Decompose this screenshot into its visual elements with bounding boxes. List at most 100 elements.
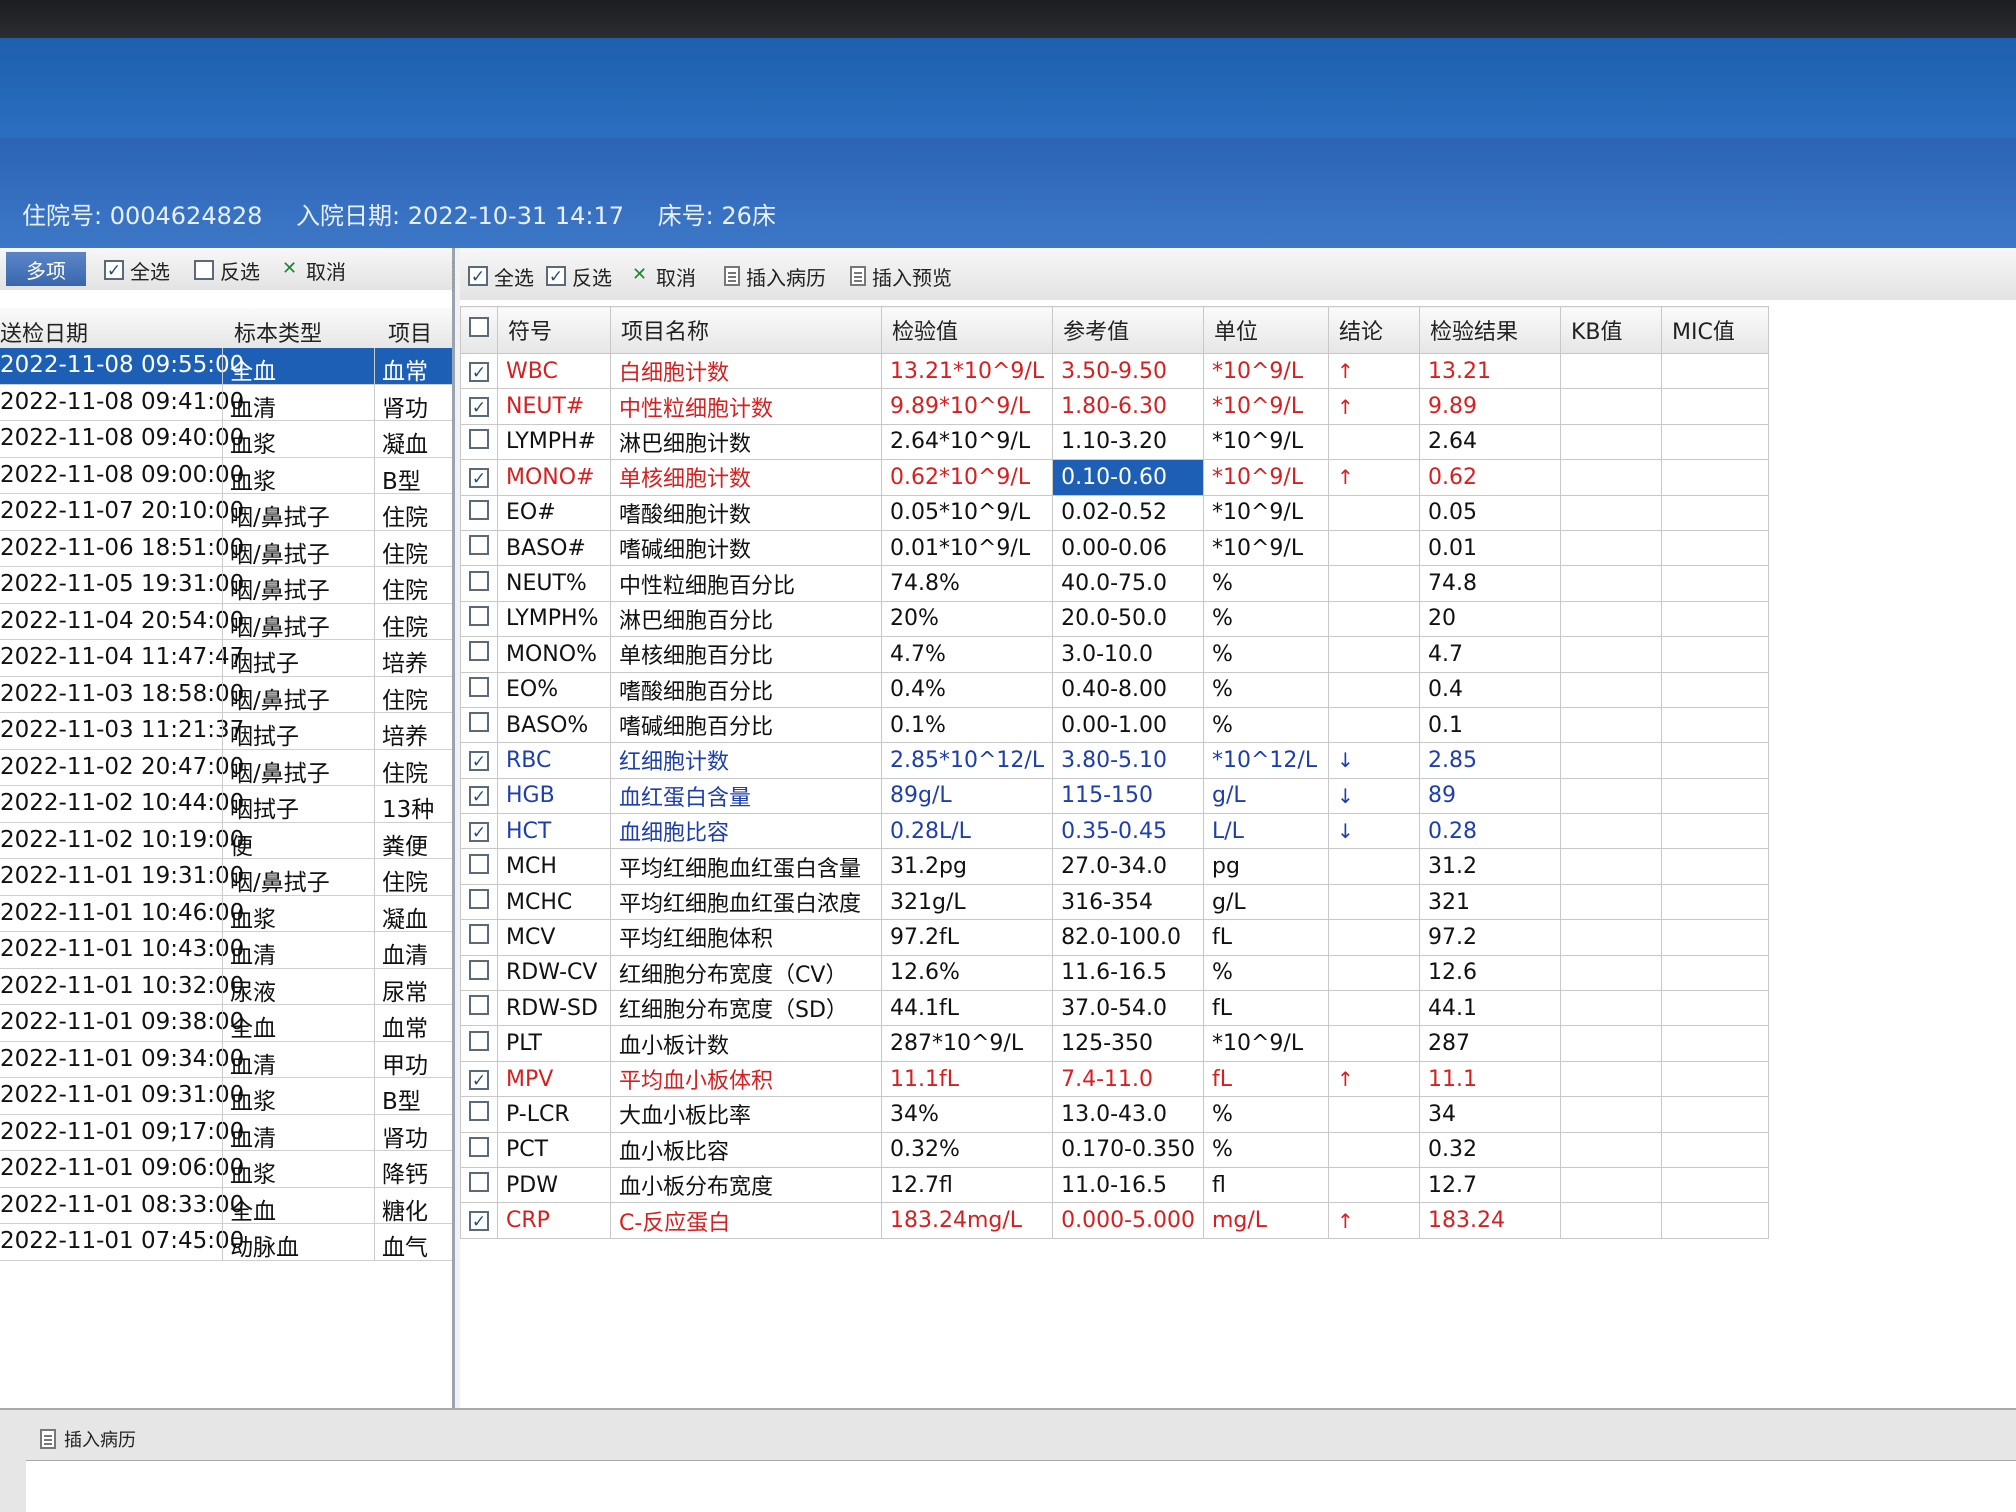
left-select-all-button[interactable]: ✓ 全选 bbox=[104, 256, 170, 284]
specimen-row[interactable]: 2022-11-01 19:31:00 咽/鼻拭子 住院 bbox=[0, 859, 452, 896]
col-header-mic[interactable]: MIC值 bbox=[1660, 306, 1769, 354]
col-header-conclusion[interactable]: 结论 bbox=[1327, 306, 1420, 354]
specimen-row[interactable]: 2022-11-08 09:00:00 血浆 B型 bbox=[0, 457, 452, 494]
specimen-row[interactable]: 2022-11-05 19:31:00 咽/鼻拭子 住院 bbox=[0, 567, 452, 604]
row-checkbox[interactable] bbox=[460, 919, 498, 956]
result-row[interactable]: MCHC 平均红细胞血红蛋白浓度 321g/L 316-354 g/L 321 bbox=[460, 883, 1769, 921]
result-row[interactable]: NEUT% 中性粒细胞百分比 74.8% 40.0-75.0% 74.8 bbox=[460, 565, 1769, 602]
row-checkbox[interactable]: ✓ bbox=[460, 459, 498, 496]
row-checkbox[interactable] bbox=[460, 1025, 498, 1062]
result-row[interactable]: MCV 平均红细胞体积 97.2fL 82.0-100.0 fL 97.2 bbox=[460, 919, 1769, 956]
result-row[interactable]: ✓ MONO# 单核细胞计数 0.62*10^9/L 0.10-0.60 *10^9/L ↑… bbox=[460, 459, 1769, 496]
row-checkbox[interactable]: ✓ bbox=[460, 352, 498, 390]
result-row[interactable]: BASO# 嗜碱细胞计数 0.01*10^9/L 0.00-0.06 *10^9/L 0.… bbox=[460, 529, 1769, 567]
row-checkbox[interactable] bbox=[460, 990, 498, 1027]
row-checkbox[interactable]: ✓ bbox=[460, 742, 498, 779]
left-cancel-button[interactable]: 取消 bbox=[282, 256, 346, 284]
result-row[interactable]: EO# 嗜酸细胞计数 0.05*10^9/L 0.02-0.52 *10^9/L 0.05 bbox=[460, 494, 1769, 531]
specimen-row[interactable]: 2022-11-01 09:34:00 血清 甲功 bbox=[0, 1041, 452, 1078]
result-row[interactable]: EO% 嗜酸细胞百分比 0.4% 0.40-8.00% 0.4 bbox=[460, 671, 1769, 708]
result-row[interactable]: MCH 平均红细胞血红蛋白含量 31.2pg 27.0-34.0 pg 31.2 bbox=[460, 848, 1769, 885]
invert-selection-button[interactable]: ✓ 反选 bbox=[546, 262, 612, 290]
row-checkbox[interactable]: ✓ bbox=[460, 777, 498, 815]
specimen-row[interactable]: 2022-11-08 09:41:00 血清 肾功 bbox=[0, 384, 452, 421]
col-header-date[interactable]: 送检日期 bbox=[0, 316, 88, 348]
specimen-row[interactable]: 2022-11-08 09:40:00 血浆 凝血 bbox=[0, 421, 452, 458]
specimen-row[interactable]: 2022-11-06 18:51:00 咽/鼻拭子 住院 bbox=[0, 530, 452, 567]
bottom-editor-area[interactable] bbox=[26, 1460, 2016, 1512]
col-header-result[interactable]: 检验结果 bbox=[1418, 306, 1561, 354]
header-select-all-checkbox[interactable] bbox=[460, 306, 498, 354]
row-checkbox[interactable] bbox=[460, 494, 498, 531]
row-checkbox[interactable] bbox=[460, 1096, 498, 1133]
specimen-row[interactable]: 2022-11-01 08:33:00 全血 糖化 bbox=[0, 1187, 452, 1224]
result-row[interactable]: ✓ HCT 血细胞比容 0.28L/L 0.35-0.45 L/L ↓ 0.28 bbox=[460, 813, 1769, 850]
result-row[interactable]: ✓ MPV 平均血小板体积 11.1fL 7.4-11.0 fL ↑ 11.1 bbox=[460, 1060, 1769, 1098]
result-row[interactable]: RDW-SD 红细胞分布宽度（SD） 44.1fL 37.0-54.0 fL 44.1 bbox=[460, 990, 1769, 1027]
col-header-unit[interactable]: 单位 bbox=[1202, 306, 1329, 354]
row-checkbox[interactable] bbox=[460, 423, 498, 461]
result-row[interactable]: P-LCR 大血小板比率 34% 13.0-43.0% 34 bbox=[460, 1096, 1769, 1133]
row-checkbox[interactable] bbox=[460, 954, 498, 992]
result-row[interactable]: ✓ WBC 白细胞计数 13.21*10^9/L 3.50-9.50 *10^9/L ↑ 13… bbox=[460, 352, 1769, 390]
specimen-row[interactable]: 2022-11-04 11:47:47 咽拭子 培养 bbox=[0, 640, 452, 677]
result-row[interactable]: PCT 血小板比容 0.32% 0.170-0.350% 0.32 bbox=[460, 1131, 1769, 1168]
unchecked-box-icon bbox=[469, 641, 489, 662]
col-header-reference[interactable]: 参考值 bbox=[1052, 306, 1204, 354]
col-header-specimen[interactable]: 标本类型 bbox=[234, 316, 322, 348]
specimen-row[interactable]: 2022-11-01 09;17:00 血清 肾功 bbox=[0, 1114, 452, 1151]
specimen-row[interactable]: 2022-11-03 11:21:37 咽拭子 培养 bbox=[0, 713, 452, 750]
result-row[interactable]: ✓ HGB 血红蛋白含量 89g/L 115-150 g/L ↓ 89 bbox=[460, 777, 1769, 815]
specimen-row[interactable]: 2022-11-02 10:19:00 便 粪便 bbox=[0, 822, 452, 859]
specimen-row[interactable]: 2022-11-04 20:54:00 咽/鼻拭子 住院 bbox=[0, 603, 452, 640]
result-row[interactable]: PDW 血小板分布宽度 12.7fl 11.0-16.5 fl 12.7 bbox=[460, 1166, 1769, 1204]
result-row[interactable]: LYMPH% 淋巴细胞百分比 20% 20.0-50.0% 20 bbox=[460, 600, 1769, 638]
row-checkbox[interactable] bbox=[460, 600, 498, 638]
result-row[interactable]: RDW-CV 红细胞分布宽度（CV） 12.6% 11.6-16.5% 12.6 bbox=[460, 954, 1769, 992]
specimen-row[interactable]: 2022-11-03 18:58:00 咽/鼻拭子 住院 bbox=[0, 676, 452, 713]
row-checkbox[interactable] bbox=[460, 636, 498, 673]
row-checkbox[interactable] bbox=[460, 565, 498, 602]
col-header-value[interactable]: 检验值 bbox=[880, 306, 1054, 354]
specimen-row[interactable]: 2022-11-07 20:10:00 咽/鼻拭子 住院 bbox=[0, 494, 452, 531]
col-header-name[interactable]: 项目名称 bbox=[610, 306, 882, 354]
row-checkbox[interactable] bbox=[460, 1131, 498, 1168]
result-row[interactable]: BASO% 嗜碱细胞百分比 0.1% 0.00-1.00% 0.1 bbox=[460, 706, 1769, 744]
specimen-row[interactable]: 2022-11-01 10:46:00 血浆 凝血 bbox=[0, 895, 452, 932]
col-header-symbol[interactable]: 符号 bbox=[497, 306, 611, 354]
specimen-row[interactable]: 2022-11-01 09:06:00 血浆 降钙 bbox=[0, 1151, 452, 1188]
specimen-row[interactable]: 2022-11-01 09:38:00 全血 血常 bbox=[0, 1005, 452, 1042]
specimen-row[interactable]: 2022-11-01 10:43:00 血清 血清 bbox=[0, 932, 452, 969]
col-header-kb[interactable]: KB值 bbox=[1559, 306, 1662, 354]
insert-preview-button[interactable]: 插入预览 bbox=[850, 262, 952, 290]
result-row[interactable]: ✓ RBC 红细胞计数 2.85*10^12/L 3.80-5.10 *10^12/L ↓ 2… bbox=[460, 742, 1769, 779]
left-invert-button[interactable]: 反选 bbox=[194, 256, 260, 284]
specimen-row[interactable]: 2022-11-01 10:32:00 尿液 尿常 bbox=[0, 968, 452, 1005]
bottom-insert-record-button[interactable]: 插入病历 bbox=[40, 1426, 136, 1452]
row-checkbox[interactable]: ✓ bbox=[460, 388, 498, 425]
row-checkbox[interactable] bbox=[460, 1166, 498, 1204]
cancel-button[interactable]: 取消 bbox=[632, 262, 696, 290]
row-checkbox[interactable] bbox=[460, 706, 498, 744]
row-checkbox[interactable] bbox=[460, 848, 498, 885]
multi-select-tab[interactable]: 多项 bbox=[6, 252, 86, 286]
select-all-button[interactable]: ✓ 全选 bbox=[468, 262, 534, 290]
row-checkbox[interactable]: ✓ bbox=[460, 1202, 498, 1239]
specimen-row[interactable]: 2022-11-08 09:55:00 全血 血常 bbox=[0, 348, 452, 385]
insert-record-button[interactable]: 插入病历 bbox=[724, 262, 826, 290]
result-row[interactable]: LYMPH# 淋巴细胞计数 2.64*10^9/L 1.10-3.20 *10^9/L 2… bbox=[460, 423, 1769, 461]
result-row[interactable]: MONO% 单核细胞百分比 4.7% 3.0-10.0% 4.7 bbox=[460, 636, 1769, 673]
specimen-row[interactable]: 2022-11-01 09:31:00 血浆 B型 bbox=[0, 1078, 452, 1115]
row-checkbox[interactable]: ✓ bbox=[460, 813, 498, 850]
result-row[interactable]: ✓ NEUT# 中性粒细胞计数 9.89*10^9/L 1.80-6.30 *10^9/L… bbox=[460, 388, 1769, 425]
row-checkbox[interactable] bbox=[460, 529, 498, 567]
result-row[interactable]: PLT 血小板计数 287*10^9/L 125-350 *10^9/L 287 bbox=[460, 1025, 1769, 1062]
specimen-row[interactable]: 2022-11-01 07:45:00 动脉血 血气 bbox=[0, 1224, 452, 1261]
row-checkbox[interactable] bbox=[460, 671, 498, 708]
result-row[interactable]: ✓ CRP C-反应蛋白 183.24mg/L 0.000-5.000 mg/L ↑ 183.… bbox=[460, 1202, 1769, 1239]
row-checkbox[interactable]: ✓ bbox=[460, 1060, 498, 1098]
row-checkbox[interactable] bbox=[460, 883, 498, 921]
col-header-item[interactable]: 项目 bbox=[388, 316, 432, 348]
specimen-row[interactable]: 2022-11-02 20:47:00 咽/鼻拭子 住院 bbox=[0, 749, 452, 786]
specimen-row[interactable]: 2022-11-02 10:44:00 咽拭子 13种 bbox=[0, 786, 452, 823]
